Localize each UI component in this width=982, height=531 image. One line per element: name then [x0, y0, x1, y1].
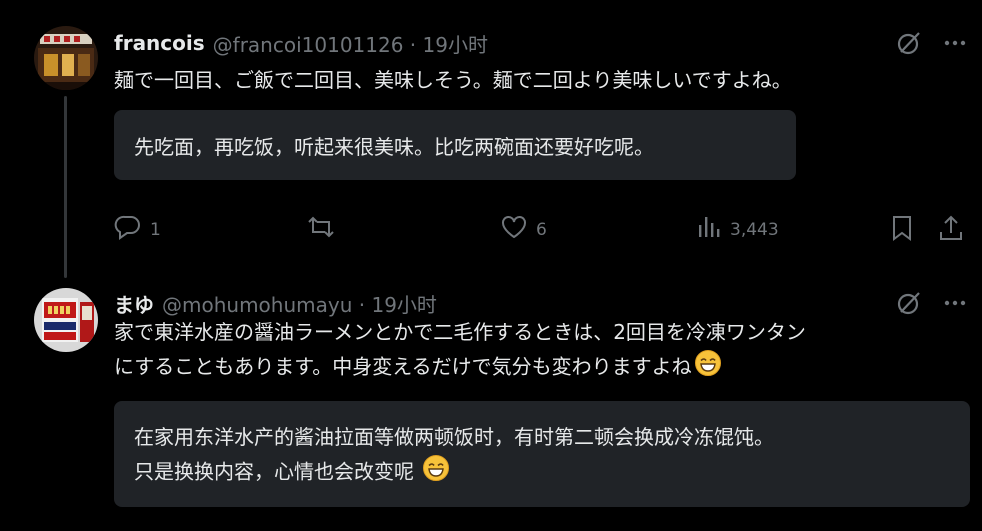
author-name[interactable]: まゆ — [114, 289, 154, 318]
post-text-line: 家で東洋水産の醤油ラーメンとかで二毛作するときは、2回目を冷凍ワンタン — [114, 320, 806, 344]
grok-icon[interactable] — [896, 290, 922, 316]
grin-emoji-icon — [694, 349, 722, 387]
thread-line — [64, 96, 67, 278]
post-header-actions — [896, 30, 966, 56]
avatar-mayu[interactable] — [34, 288, 98, 352]
like-count: 6 — [536, 219, 547, 240]
reply-button[interactable]: 1 — [114, 214, 161, 245]
post-header: まゆ @mohumohumayu · 19小时 — [114, 288, 437, 318]
reply-count: 1 — [150, 219, 161, 240]
reply-icon — [114, 214, 142, 245]
share-button[interactable] — [938, 214, 964, 247]
post-time: 19小时 — [422, 32, 488, 57]
avatar-francois[interactable] — [34, 26, 98, 90]
views-count: 3,443 — [730, 219, 779, 240]
author-name[interactable]: francois — [114, 31, 205, 55]
repost-icon — [306, 214, 336, 245]
post-time: 19小时 — [371, 292, 437, 317]
views-button[interactable]: 3,443 — [696, 214, 779, 245]
grok-icon[interactable] — [896, 30, 922, 56]
translation-box: 在家用东洋水产的酱油拉面等做两顿饭时，有时第二顿会换成冷冻馄饨。 只是换换内容，… — [114, 401, 970, 507]
author-handle[interactable]: @francoi10101126 · 19小时 — [213, 29, 488, 58]
share-icon — [938, 214, 964, 247]
post-text-line: にすることもあります。中身変えるだけで気分も変わりますよね — [114, 349, 962, 387]
action-bar: 1 6 3,443 — [114, 214, 966, 250]
grin-emoji-icon — [422, 454, 450, 492]
post-header: francois @francoi10101126 · 19小时 — [114, 28, 488, 58]
repost-button[interactable] — [306, 214, 344, 245]
translation-text: 只是换换内容，心情也会改变呢 — [134, 454, 950, 492]
more-icon[interactable] — [944, 300, 966, 306]
like-icon — [500, 214, 528, 245]
bookmark-icon — [890, 214, 914, 247]
post-text: 麺で一回目、ご飯で二回目、美味しそう。麺で二回より美味しいですよね。 — [114, 68, 792, 92]
bookmark-button[interactable] — [890, 214, 914, 247]
author-handle[interactable]: @mohumohumayu · 19小时 — [162, 289, 437, 318]
post-text: 家で東洋水産の醤油ラーメンとかで二毛作するときは、2回目を冷凍ワンタン にするこ… — [114, 316, 962, 387]
like-button[interactable]: 6 — [500, 214, 547, 245]
translation-text: 在家用东洋水产的酱油拉面等做两顿饭时，有时第二顿会换成冷冻馄饨。 — [134, 425, 774, 449]
translation-text: 先吃面，再吃饭，听起来很美味。比吃两碗面还要好吃呢。 — [134, 134, 654, 159]
more-icon[interactable] — [944, 40, 966, 46]
translation-box: 先吃面，再吃饭，听起来很美味。比吃两碗面还要好吃呢。 — [114, 110, 796, 180]
post-mayu[interactable]: まゆ @mohumohumayu · 19小时 家で東洋水産の醤油ラーメンとかで… — [0, 280, 982, 531]
post-header-actions — [896, 290, 966, 316]
post-francois[interactable]: francois @francoi10101126 · 19小时 麺で一回目、ご… — [0, 0, 982, 280]
views-icon — [696, 214, 722, 245]
